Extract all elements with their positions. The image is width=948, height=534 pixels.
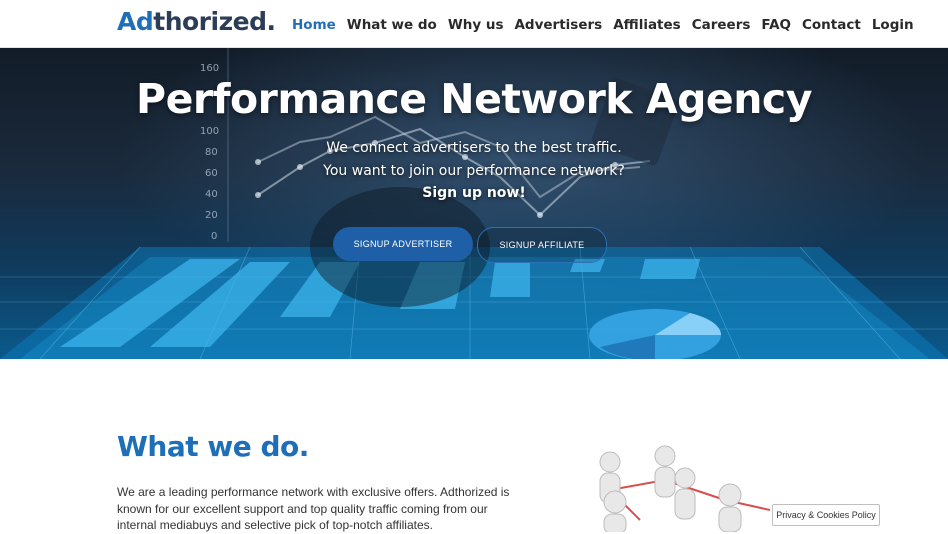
svg-text:100: 100 bbox=[200, 126, 219, 137]
logo-rest: thorized. bbox=[153, 7, 276, 36]
nav-careers[interactable]: Careers bbox=[692, 16, 751, 34]
signup-affiliate-button[interactable]: SIGNUP AFFILIATE bbox=[477, 227, 607, 263]
hero-subtitle-line-2: You want to join our performance network… bbox=[323, 163, 625, 179]
nav-contact[interactable]: Contact bbox=[802, 16, 861, 34]
site-logo[interactable]: Adthorized. bbox=[117, 6, 276, 38]
nav-affiliates[interactable]: Affiliates bbox=[613, 16, 681, 34]
nav-advertisers[interactable]: Advertisers bbox=[514, 16, 602, 34]
nav-what-we-do[interactable]: What we do bbox=[347, 16, 437, 34]
svg-text:160: 160 bbox=[200, 63, 219, 74]
main-nav: Home What we do Why us Advertisers Affil… bbox=[292, 16, 925, 34]
hero-title: Performance Network Agency bbox=[136, 75, 812, 123]
signup-advertiser-button[interactable]: SIGNUP ADVERTISER bbox=[333, 227, 473, 261]
what-we-do-heading: What we do. bbox=[117, 430, 309, 463]
nav-faq[interactable]: FAQ bbox=[761, 16, 791, 34]
what-we-do-text: We are a leading performance network wit… bbox=[117, 485, 510, 532]
nav-login[interactable]: Login bbox=[872, 16, 914, 34]
hero-subtitle-line-1: We connect advertisers to the best traff… bbox=[326, 140, 622, 156]
nav-why-us[interactable]: Why us bbox=[448, 16, 504, 34]
logo-ad: Ad bbox=[117, 7, 154, 36]
svg-text:0: 0 bbox=[211, 231, 217, 242]
site-header: Adthorized. Home What we do Why us Adver… bbox=[0, 0, 948, 48]
privacy-cookies-button[interactable]: Privacy & Cookies Policy bbox=[772, 504, 880, 526]
nav-home[interactable]: Home bbox=[292, 16, 336, 34]
hero-signup-prompt: Sign up now! bbox=[422, 185, 526, 201]
svg-text:20: 20 bbox=[205, 210, 218, 221]
hero-banner: 160 100 80 60 40 20 0 Performance Networ… bbox=[0, 47, 948, 359]
